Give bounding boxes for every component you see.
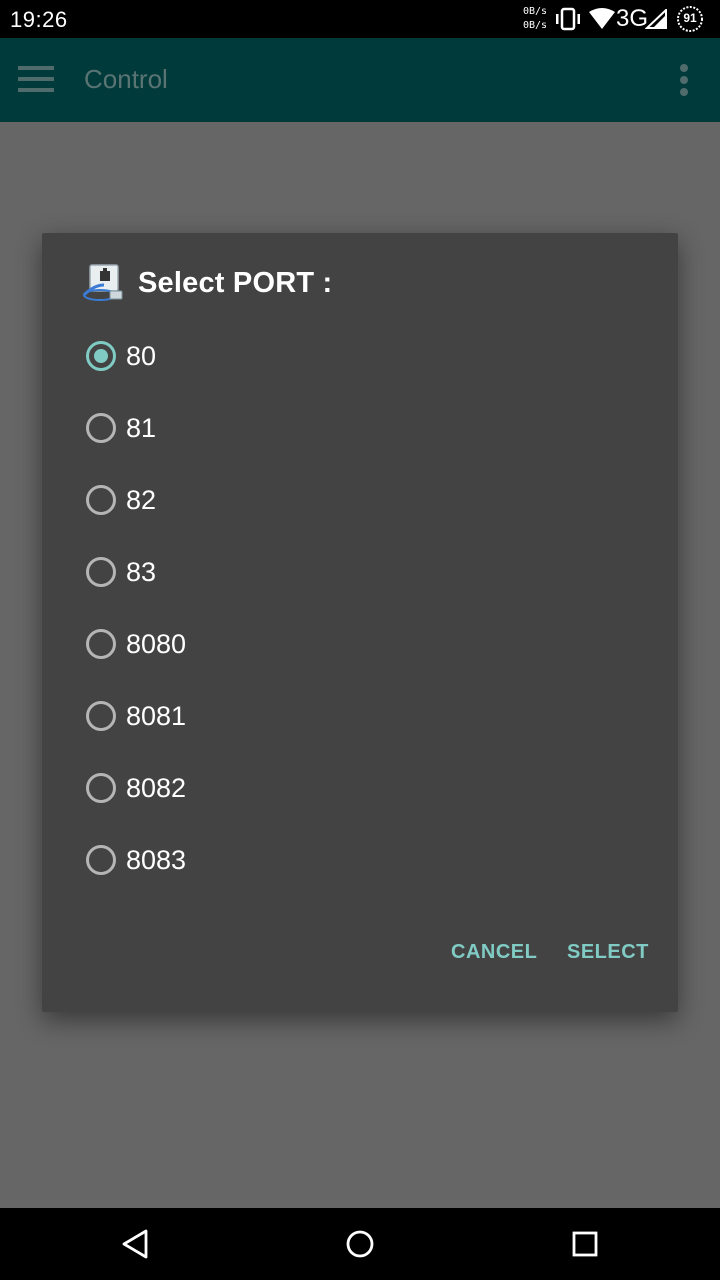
dialog-title: Select PORT : xyxy=(138,267,333,299)
radio-button[interactable] xyxy=(86,557,116,587)
network-port-icon xyxy=(82,264,123,301)
radio-button[interactable] xyxy=(86,629,116,659)
network-type: 3G xyxy=(616,5,649,32)
status-time: 19:26 xyxy=(10,7,68,32)
port-option-label: 83 xyxy=(126,557,157,587)
radio-button[interactable] xyxy=(86,413,116,443)
port-option-label: 80 xyxy=(126,341,157,371)
radio-button[interactable] xyxy=(86,701,116,731)
port-option-81[interactable]: 81 xyxy=(86,405,626,461)
port-option-label: 81 xyxy=(126,413,157,443)
network-speed: 0B/s 0B/s xyxy=(523,5,547,33)
network-speed-down: 0B/s xyxy=(523,20,548,31)
back-icon[interactable] xyxy=(118,1226,154,1262)
navigation-bar xyxy=(0,1208,720,1280)
app-bar: Control xyxy=(0,38,720,122)
port-option-8081[interactable]: 8081 xyxy=(86,693,626,749)
vibrate-icon xyxy=(556,7,580,31)
port-option-82[interactable]: 82 xyxy=(86,477,626,533)
wifi-icon xyxy=(589,8,615,29)
signal-icon xyxy=(645,9,667,29)
port-option-label: 82 xyxy=(126,485,157,515)
radio-button-checked[interactable] xyxy=(86,341,116,371)
radio-button[interactable] xyxy=(86,485,116,515)
port-option-8080[interactable]: 8080 xyxy=(86,621,626,677)
port-option-label: 8080 xyxy=(126,629,187,659)
recents-icon[interactable] xyxy=(567,1226,603,1262)
port-option-label: 8081 xyxy=(126,701,187,731)
radio-button[interactable] xyxy=(86,773,116,803)
select-port-dialog: Select PORT : 80 81 82 83 8080 8081 8082… xyxy=(42,233,678,1012)
port-option-8082[interactable]: 8082 xyxy=(86,765,626,821)
port-option-8083[interactable]: 8083 xyxy=(86,837,626,893)
select-button[interactable]: SELECT xyxy=(567,941,649,964)
network-speed-up: 0B/s xyxy=(523,6,548,17)
home-icon[interactable] xyxy=(342,1226,378,1262)
overflow-menu-icon[interactable] xyxy=(672,62,696,98)
radio-button[interactable] xyxy=(86,845,116,875)
port-option-label: 8082 xyxy=(126,773,187,803)
menu-icon[interactable] xyxy=(18,66,54,94)
battery-level: 91 xyxy=(683,11,697,25)
port-option-label: 8083 xyxy=(126,845,187,875)
app-title: Control xyxy=(84,64,168,94)
port-option-80[interactable]: 80 xyxy=(86,333,626,389)
status-bar: 19:26 0B/s 0B/s 3G 91 xyxy=(0,0,720,38)
port-option-83[interactable]: 83 xyxy=(86,549,626,605)
cancel-button[interactable]: CANCEL xyxy=(451,941,537,964)
